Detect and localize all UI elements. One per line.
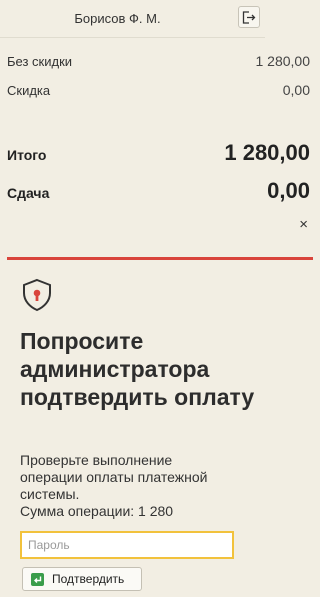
logout-icon — [242, 10, 256, 24]
no-discount-row: Без скидки 1 280,00 — [7, 53, 310, 69]
confirm-label: Подтвердить — [52, 572, 125, 586]
total-row: Итого 1 280,00 — [7, 140, 310, 166]
desc-line: системы. — [20, 486, 80, 502]
close-button[interactable]: × — [299, 216, 308, 233]
no-discount-value: 1 280,00 — [255, 53, 311, 69]
operation-amount: Сумма операции: 1 280 — [20, 503, 174, 519]
password-input[interactable] — [20, 531, 234, 559]
total-label: Итого — [7, 147, 47, 163]
header: Борисов Ф. М. — [0, 0, 265, 38]
desc-line: операции оплаты платежной — [20, 469, 208, 485]
change-label: Сдача — [7, 185, 50, 201]
logout-button[interactable] — [238, 6, 260, 28]
desc-line: Проверьте выполнение — [20, 452, 173, 468]
change-value: 0,00 — [267, 178, 310, 203]
shield-lock-icon — [23, 278, 51, 312]
user-name: Борисов Ф. М. — [74, 11, 161, 26]
confirm-button[interactable]: Подтвердить — [22, 567, 142, 591]
no-discount-label: Без скидки — [7, 54, 73, 69]
discount-row: Скидка 0,00 — [7, 82, 310, 98]
divider — [7, 257, 313, 260]
confirm-title: Попросите администратора подтвердить опл… — [20, 328, 255, 410]
discount-label: Скидка — [7, 83, 51, 98]
change-row: Сдача 0,00 — [7, 178, 310, 204]
total-value: 1 280,00 — [224, 140, 310, 165]
confirm-icon — [31, 572, 44, 586]
confirm-description: Проверьте выполнение операции оплаты пла… — [20, 452, 308, 520]
discount-value: 0,00 — [282, 82, 310, 98]
